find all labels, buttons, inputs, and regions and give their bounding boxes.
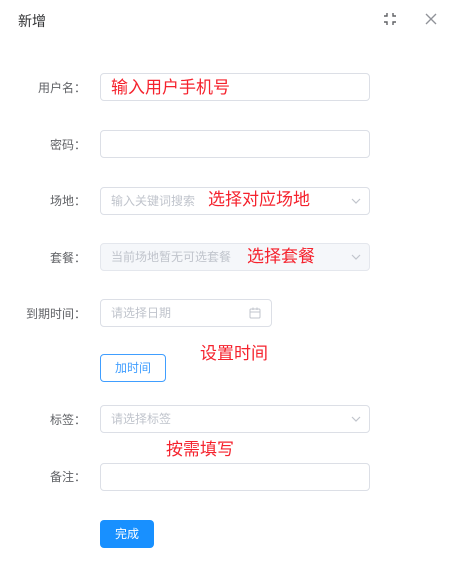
password-input[interactable] — [100, 130, 370, 158]
expiry-annotation: 设置时间 — [200, 344, 268, 363]
add-dialog: 新增 用户名： 输入用户手机号 密码： 场地： 输入关键词搜索 选择对应场地 套… — [0, 0, 452, 582]
expiry-placeholder: 请选择日期 — [111, 306, 172, 320]
tags-select[interactable]: 请选择标签 — [100, 405, 370, 433]
package-label: 套餐： — [49, 251, 86, 265]
remark-label: 备注： — [49, 470, 86, 484]
fullscreen-icon[interactable] — [381, 10, 399, 28]
package-annotation: 选择套餐 — [247, 247, 315, 266]
add-time-button[interactable]: 加时间 — [100, 354, 166, 382]
package-select: 当前场地暂无可选套餐 — [100, 243, 370, 271]
chevron-down-icon — [351, 254, 361, 260]
package-placeholder: 当前场地暂无可选套餐 — [111, 250, 232, 264]
remark-input[interactable] — [100, 463, 370, 491]
calendar-icon — [249, 307, 261, 319]
chevron-down-icon — [351, 198, 361, 204]
username-annotation: 输入用户手机号 — [111, 78, 230, 97]
username-label: 用户名： — [37, 81, 86, 95]
close-icon[interactable] — [422, 10, 440, 28]
password-label: 密码： — [49, 138, 86, 152]
expiry-date-picker[interactable]: 请选择日期 — [100, 299, 272, 327]
submit-button[interactable]: 完成 — [100, 520, 154, 548]
tags-placeholder: 请选择标签 — [111, 412, 172, 426]
venue-placeholder: 输入关键词搜索 — [111, 194, 196, 208]
optional-annotation: 按需填写 — [166, 440, 234, 459]
venue-annotation: 选择对应场地 — [208, 190, 310, 209]
expiry-label: 到期时间： — [25, 307, 86, 321]
tags-label: 标签： — [49, 413, 86, 427]
chevron-down-icon — [351, 416, 361, 422]
venue-label: 场地： — [49, 194, 86, 208]
dialog-title: 新增 — [18, 13, 46, 29]
